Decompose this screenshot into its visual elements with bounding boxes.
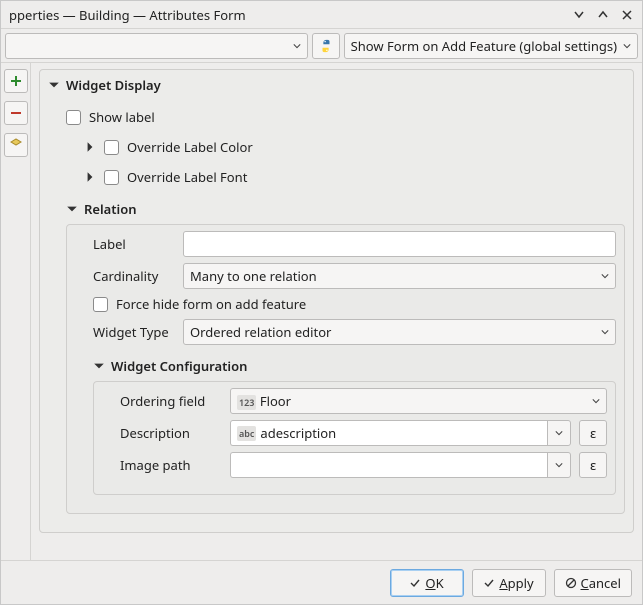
cardinality-select[interactable]: Many to one relation [183,263,616,289]
description-value: adescription [260,424,336,442]
close-icon[interactable] [620,8,634,22]
widget-config-header[interactable]: Widget Configuration [93,351,616,381]
chevron-down-icon [555,429,563,437]
ordering-field-label: Ordering field [120,392,222,410]
main-panel: Widget Display Show label Override Label… [31,63,642,560]
side-toolbar [1,63,31,560]
layer-icon [9,138,23,152]
override-font-checkbox[interactable] [104,170,119,185]
widget-display-header[interactable]: Widget Display [48,70,625,100]
expander-down-icon [48,79,60,91]
override-color-text: Override Label Color [127,138,253,156]
force-hide-row: Force hide form on add feature [93,295,616,313]
ordering-field-select[interactable]: 123 Floor [230,388,607,414]
show-form-mode-label: Show Form on Add Feature (global setting… [351,37,617,55]
chevron-down-icon [623,42,631,50]
relation-label-input[interactable] [183,231,616,257]
force-hide-checkbox[interactable] [93,297,108,312]
widget-type-row: Widget Type Ordered relation editor [93,319,616,345]
check-icon [483,577,495,589]
ordering-field-value: Floor [260,392,291,410]
chevron-down-icon [601,272,609,280]
relation-label-label: Label [93,235,175,253]
remove-field-button[interactable] [4,101,28,125]
relation-group: Label Cardinality Many to one relation F… [66,224,625,514]
widget-display-title: Widget Display [66,76,161,94]
widget-display-group: Widget Display Show label Override Label… [39,69,634,533]
title-bar: pperties — Building — Attributes Form [1,1,642,29]
layout-selector[interactable] [5,33,308,59]
widget-type-label: Widget Type [93,323,175,341]
apply-label: Apply [499,574,533,592]
cancel-label: Cancel [581,574,621,592]
description-expression-button[interactable]: ε [579,420,607,446]
tool-button-3[interactable] [4,133,28,157]
description-dropdown-toggle[interactable] [547,420,571,446]
override-font-text: Override Label Font [127,168,247,186]
description-input-group: abc adescription [230,420,571,446]
expander-down-icon [66,203,78,215]
minus-icon [9,106,23,120]
maximize-icon[interactable] [596,8,610,22]
ordering-field-value-wrap: 123 Floor [237,392,592,410]
show-label-checkbox[interactable] [66,110,81,125]
image-path-row: Image path ε [120,452,607,478]
expander-down-icon [93,360,105,372]
override-color-checkbox[interactable] [104,140,119,155]
image-path-label: Image path [120,456,222,474]
epsilon-icon: ε [590,424,596,442]
window-title: pperties — Building — Attributes Form [9,6,572,24]
add-field-button[interactable] [4,69,28,93]
field-type-int-badge: 123 [237,395,256,410]
python-icon [319,38,333,54]
cardinality-value: Many to one relation [190,267,601,285]
expander-right-icon[interactable] [84,171,96,183]
minimize-icon[interactable] [572,8,586,22]
widget-config-group: Ordering field 123 Floor Description [93,381,616,495]
check-icon [409,577,421,589]
chevron-down-icon [601,328,609,336]
widget-type-select[interactable]: Ordered relation editor [183,319,616,345]
apply-button[interactable]: Apply [472,569,546,597]
field-type-str-badge: abc [237,426,256,441]
ordering-field-row: Ordering field 123 Floor [120,388,607,414]
description-label: Description [120,424,222,442]
cardinality-row: Cardinality Many to one relation [93,263,616,289]
relation-title: Relation [84,200,137,218]
widget-config-title: Widget Configuration [111,357,247,375]
expander-right-icon[interactable] [84,141,96,153]
image-path-input[interactable] [230,452,547,478]
image-path-expression-button[interactable]: ε [579,452,607,478]
image-path-input-group [230,452,571,478]
cardinality-label: Cardinality [93,267,175,285]
ok-label: OK [425,574,443,592]
chevron-down-icon [592,397,600,405]
python-button[interactable] [312,33,340,59]
plus-icon [9,74,23,88]
override-color-row: Override Label Color [84,134,625,160]
dialog-body: Widget Display Show label Override Label… [1,63,642,560]
show-label-row: Show label [66,104,625,130]
chevron-down-icon [555,461,563,469]
show-form-mode-dropdown[interactable]: Show Form on Add Feature (global setting… [344,33,638,59]
relation-header[interactable]: Relation [66,194,625,224]
force-hide-text: Force hide form on add feature [116,295,306,313]
cancel-button[interactable]: Cancel [554,569,632,597]
description-row: Description abc adescription ε [120,420,607,446]
chevron-down-icon [293,42,301,50]
cancel-icon [565,577,577,589]
show-label-text: Show label [89,108,155,126]
window-buttons [572,8,634,22]
ok-button[interactable]: OK [390,569,464,597]
epsilon-icon: ε [590,456,596,474]
image-path-dropdown-toggle[interactable] [547,452,571,478]
widget-type-value: Ordered relation editor [190,323,601,341]
relation-label-row: Label [93,231,616,257]
override-font-row: Override Label Font [84,164,625,190]
toolbar: Show Form on Add Feature (global setting… [1,29,642,63]
dialog-footer: OK Apply Cancel [1,560,642,604]
description-input[interactable]: abc adescription [230,420,547,446]
